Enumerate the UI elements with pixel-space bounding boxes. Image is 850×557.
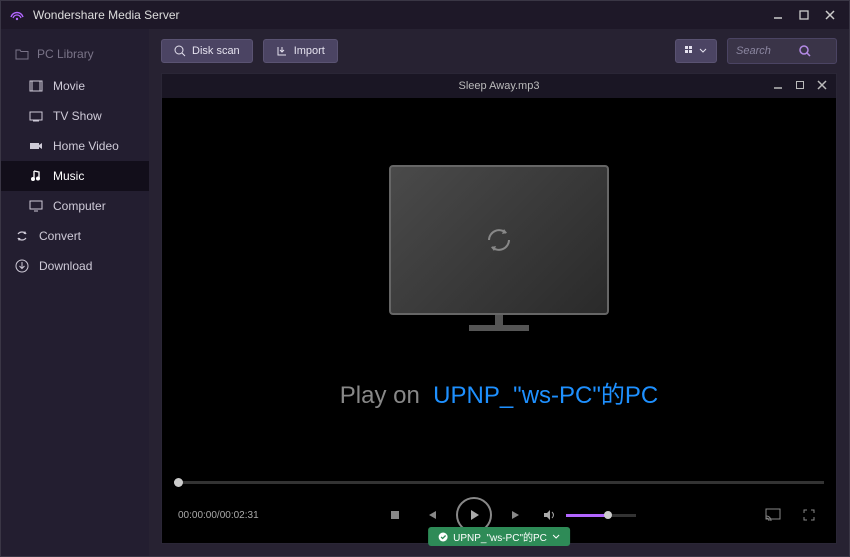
- app-window: Wondershare Media Server PC Library: [0, 0, 850, 557]
- fullscreen-button[interactable]: [798, 504, 820, 526]
- sidebar-item-download[interactable]: Download: [1, 251, 149, 281]
- time-display: 00:00:00/00:02:31: [178, 510, 259, 521]
- check-icon: [438, 532, 448, 542]
- titlebar: Wondershare Media Server: [1, 1, 849, 29]
- loading-icon: [479, 220, 519, 260]
- volume-icon: [542, 508, 558, 522]
- minimize-button[interactable]: [767, 6, 789, 24]
- prev-button[interactable]: [420, 504, 442, 526]
- player-close-button[interactable]: [814, 77, 830, 93]
- main-panel: Disk scan Import: [149, 29, 849, 556]
- sidebar-item-label: Home Video: [53, 139, 119, 153]
- sidebar-item-label: Computer: [53, 199, 106, 213]
- sidebar: PC Library Movie TV Show Home Video: [1, 29, 149, 556]
- volume-slider[interactable]: [566, 514, 636, 517]
- sidebar-header[interactable]: PC Library: [1, 41, 149, 71]
- folder-icon: [15, 48, 29, 60]
- volume-control[interactable]: [542, 508, 636, 522]
- chevron-down-icon: [552, 533, 560, 541]
- film-icon: [29, 80, 43, 92]
- sidebar-item-label: Download: [39, 259, 92, 273]
- maximize-button[interactable]: [793, 6, 815, 24]
- sidebar-item-music[interactable]: Music: [1, 161, 149, 191]
- convert-icon: [15, 229, 29, 243]
- search-input[interactable]: Search: [727, 38, 837, 64]
- device-badge[interactable]: UPNP_"ws-PC"的PC: [428, 527, 570, 546]
- app-title: Wondershare Media Server: [33, 8, 180, 22]
- search-icon: [782, 44, 828, 58]
- play-on-label: Play on: [340, 382, 420, 409]
- disk-scan-button[interactable]: Disk scan: [161, 39, 253, 63]
- camera-icon: [29, 140, 43, 152]
- player-area: Sleep Away.mp3: [161, 73, 837, 544]
- sidebar-item-homevideo[interactable]: Home Video: [1, 131, 149, 161]
- player-body: Play on UPNP_"ws-PC"的PC: [162, 98, 836, 477]
- sidebar-item-label: TV Show: [53, 109, 102, 123]
- sidebar-item-label: Convert: [39, 229, 81, 243]
- device-name: UPNP_"ws-PC"的PC: [433, 382, 658, 409]
- sidebar-item-movie[interactable]: Movie: [1, 71, 149, 101]
- app-logo-icon: [9, 7, 25, 23]
- seek-thumb[interactable]: [174, 478, 183, 487]
- disk-scan-icon: [174, 45, 186, 57]
- sidebar-item-label: Music: [53, 169, 84, 183]
- import-button[interactable]: Import: [263, 39, 338, 63]
- monitor-icon: [29, 200, 43, 212]
- seek-bar[interactable]: [162, 477, 836, 487]
- tv-graphic: [389, 165, 609, 315]
- close-button[interactable]: [819, 6, 841, 24]
- disk-scan-label: Disk scan: [192, 45, 240, 57]
- device-badge-label: UPNP_"ws-PC"的PC: [453, 529, 547, 544]
- player-titlebar: Sleep Away.mp3: [162, 74, 836, 98]
- music-icon: [29, 170, 43, 182]
- sidebar-item-tvshow[interactable]: TV Show: [1, 101, 149, 131]
- download-icon: [15, 259, 29, 273]
- play-on-text: Play on UPNP_"ws-PC"的PC: [340, 375, 658, 410]
- sidebar-item-label: Movie: [53, 79, 85, 93]
- player-minimize-button[interactable]: [770, 77, 786, 93]
- import-icon: [276, 45, 288, 57]
- chevron-down-icon: [699, 47, 707, 55]
- player-window: Sleep Away.mp3: [161, 73, 837, 544]
- sidebar-item-convert[interactable]: Convert: [1, 221, 149, 251]
- toolbar: Disk scan Import: [149, 29, 849, 73]
- import-label: Import: [294, 45, 325, 57]
- tv-icon: [29, 110, 43, 122]
- player-maximize-button[interactable]: [792, 77, 808, 93]
- sidebar-header-label: PC Library: [37, 47, 94, 61]
- cast-button[interactable]: [762, 504, 784, 526]
- player-title-text: Sleep Away.mp3: [459, 80, 540, 92]
- stop-button[interactable]: [384, 504, 406, 526]
- view-toggle[interactable]: [675, 39, 717, 63]
- search-placeholder: Search: [736, 45, 782, 57]
- grid-icon: [685, 46, 695, 56]
- next-button[interactable]: [506, 504, 528, 526]
- sidebar-item-computer[interactable]: Computer: [1, 191, 149, 221]
